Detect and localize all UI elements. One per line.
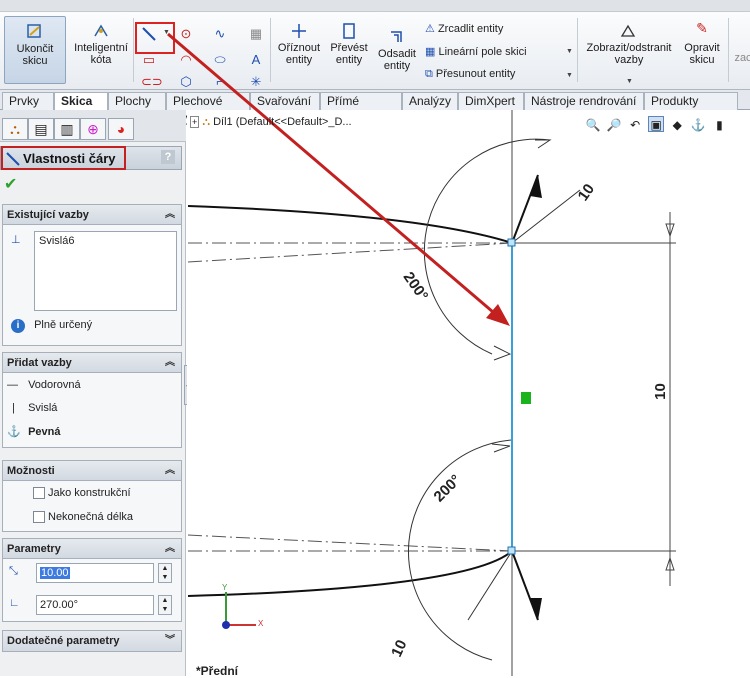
previous-view-icon[interactable]: ↶ [627,117,643,133]
part-name: Díl1 (Default<<Default>_D... [213,116,352,128]
expand-icon[interactable]: + [190,116,200,128]
sketch-drawing [167,32,676,676]
appearance-icon[interactable]: ▮ [711,117,727,133]
heads-up-toolbar: 🔍 🔎 ↶ ▣ ◆ ⚓ ▮ [585,116,729,133]
zoom-fit-icon[interactable]: 🔍 [585,117,601,133]
display-style-icon[interactable]: ◆ [669,117,685,133]
hide-show-icon[interactable]: ⚓ [690,117,706,133]
view-orientation-icon[interactable]: ▣ [648,116,665,132]
axis-x-label: X [258,619,264,628]
dimension-right[interactable]: 10 [652,383,669,400]
zoom-area-icon[interactable]: 🔎 [606,117,622,133]
feature-tree-flyout[interactable]: + ⛬ Díl1 (Default<<Default>_D... [190,116,352,129]
part-icon: ⛬ [202,116,211,128]
axis-y-label: Y [222,583,228,592]
